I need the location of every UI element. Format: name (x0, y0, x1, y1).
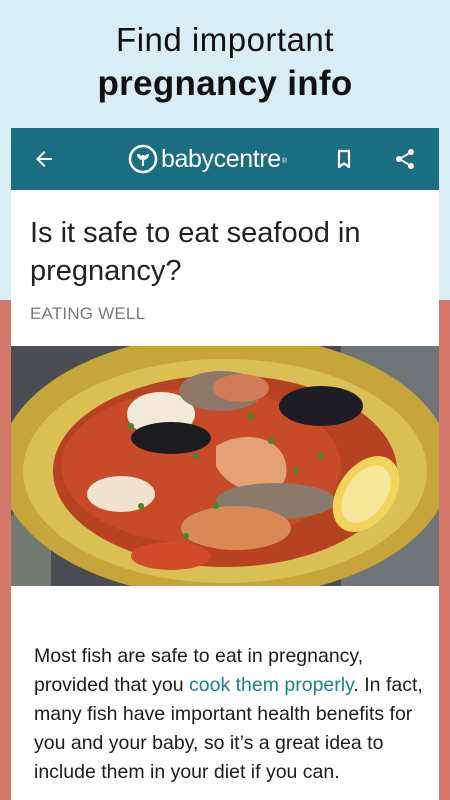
article-body: Most fish are safe to eat in pregnancy, … (34, 642, 424, 787)
arrow-left-icon[interactable] (28, 143, 60, 175)
article-category[interactable]: EATING WELL (30, 304, 145, 324)
promo-header: Find important pregnancy info (0, 18, 450, 106)
app-screen: babycentre ® Is it safe to eat seafood i… (11, 128, 439, 800)
share-icon[interactable] (389, 143, 421, 175)
babycentre-logo (128, 144, 158, 174)
bookmark-icon[interactable] (328, 143, 360, 175)
seafood-stew-image (11, 346, 439, 586)
article-title: Is it safe to eat seafood in pregnancy? (30, 217, 361, 287)
cook-properly-link[interactable]: cook them properly (189, 674, 353, 696)
app-bar: babycentre ® (11, 128, 439, 190)
promo-title-line2: pregnancy info (97, 64, 353, 103)
registered-mark: ® (281, 158, 287, 165)
brand-logo: babycentre ® (128, 140, 287, 178)
brand-name: babycentre (161, 144, 281, 173)
promo-title-line1: Find important (116, 21, 334, 58)
